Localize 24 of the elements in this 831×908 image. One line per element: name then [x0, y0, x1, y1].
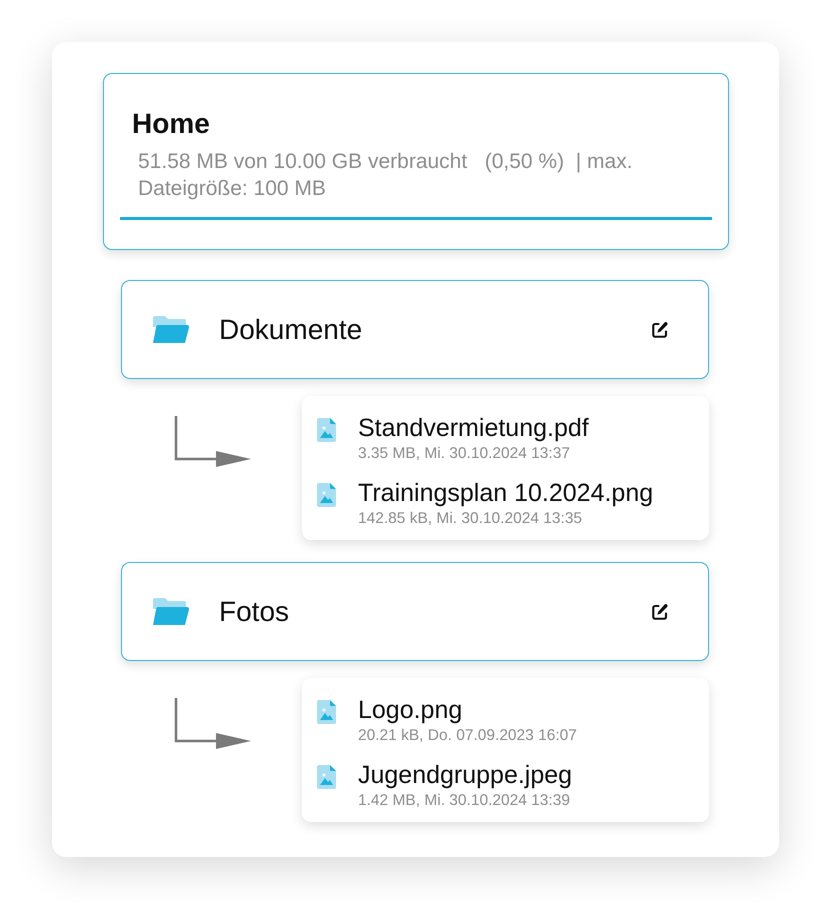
storage-title: Home — [132, 107, 211, 141]
folder-icon — [153, 316, 189, 343]
image-file-icon — [317, 418, 336, 442]
file-meta: 142.85 kB, Mi. 30.10.2024 13:35 — [358, 510, 582, 528]
file-meta: 20.21 kB, Do. 07.09.2023 16:07 — [358, 727, 577, 745]
edit-button[interactable] — [650, 602, 670, 622]
file-meta: 3.35 MB, Mi. 30.10.2024 13:37 — [358, 445, 570, 463]
file-name[interactable]: Jugendgruppe.jpeg — [358, 761, 572, 789]
image-file-icon — [317, 765, 336, 789]
file-name[interactable]: Standvermietung.pdf — [358, 414, 589, 442]
folder-card[interactable]: Fotos — [121, 562, 709, 661]
edit-icon — [651, 602, 669, 620]
edit-button[interactable] — [650, 320, 670, 340]
image-file-icon — [317, 700, 336, 724]
file-name[interactable]: Logo.png — [358, 696, 462, 724]
edit-icon — [651, 320, 669, 338]
storage-usage-text: 51.58 MB von 10.00 GB verbraucht (0,50 %) | max. Dateigröße: 100 MB — [138, 149, 634, 202]
folder-name: Dokumente — [219, 312, 364, 346]
image-file-icon — [317, 483, 336, 507]
file-name[interactable]: Trainingsplan 10.2024.png — [358, 479, 654, 507]
folder-card[interactable]: Dokumente — [121, 280, 709, 379]
folder-name: Fotos — [219, 594, 290, 628]
folder-icon — [153, 598, 189, 625]
file-meta: 1.42 MB, Mi. 30.10.2024 13:39 — [358, 792, 570, 810]
